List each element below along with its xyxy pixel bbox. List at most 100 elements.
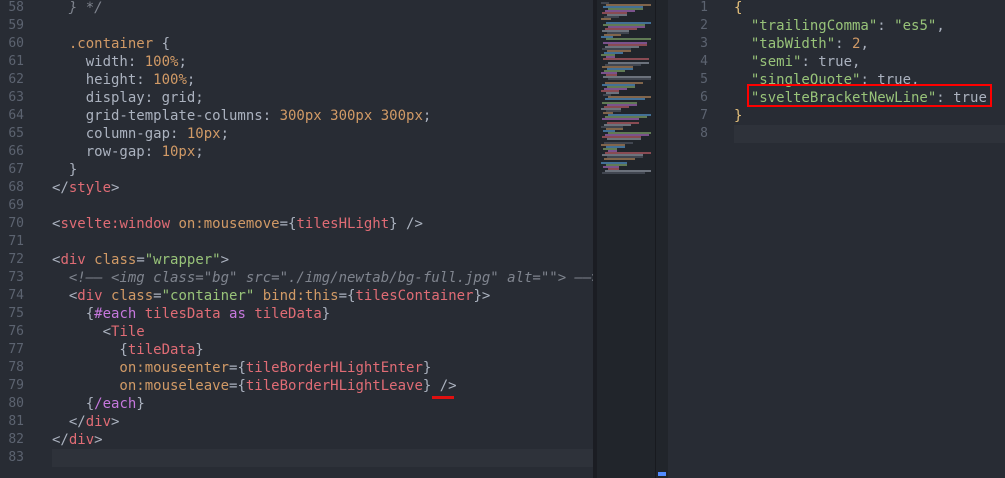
code-line[interactable] <box>52 17 593 35</box>
code-token: </ <box>52 414 86 430</box>
code-token: } <box>734 108 743 124</box>
code-token: 10px <box>186 126 221 142</box>
line-number: 7 <box>700 108 708 123</box>
code-line[interactable]: .container { <box>52 35 593 53</box>
code-token: "trailingComma" <box>750 18 878 34</box>
code-line[interactable]: </div> <box>52 413 593 431</box>
code-line[interactable]: {tileData} <box>52 341 593 359</box>
code-line[interactable]: display: grid; <box>52 89 593 107</box>
code-line[interactable]: height: 100%; <box>52 71 593 89</box>
code-line[interactable] <box>734 125 1005 143</box>
code-line[interactable]: on:mouseenter={tileBorderHLightEnter} <box>52 359 593 377</box>
annotation-underline <box>432 396 454 399</box>
code-line[interactable]: width: 100%; <box>52 53 593 71</box>
code-line[interactable]: row-gap: 10px; <box>52 143 593 161</box>
line-number: 65 <box>8 126 24 141</box>
code-token: display: grid; <box>52 90 204 106</box>
line-number: 68 <box>8 180 24 195</box>
code-token: , <box>936 18 945 34</box>
code-line[interactable] <box>52 449 593 467</box>
minimap-line <box>601 18 611 20</box>
code-line[interactable]: {/each} <box>52 395 593 413</box>
code-line[interactable]: "semi": true, <box>734 53 1005 71</box>
code-token: = <box>153 288 162 304</box>
line-number: 1 <box>700 0 708 15</box>
code-line[interactable]: <!—— <img class="bg" src="./img/newtab/b… <box>52 269 593 287</box>
code-token: "tabWidth" <box>750 36 836 52</box>
code-line[interactable]: grid-template-columns: 300px 300px 300px… <box>52 107 593 125</box>
line-number: 81 <box>8 414 24 429</box>
code-token: style <box>68 180 112 196</box>
code-token: tilesContainer <box>355 288 474 304</box>
code-token: ={ <box>229 360 246 376</box>
code-line[interactable]: { <box>734 0 1005 17</box>
line-number: 58 <box>8 0 24 15</box>
code-line[interactable]: <div class="container" bind:this={tilesC… <box>52 287 593 305</box>
code-line[interactable]: column-gap: 10px; <box>52 125 593 143</box>
code-token: width: <box>52 54 145 70</box>
code-line[interactable]: </style> <box>52 179 593 197</box>
code-line[interactable] <box>52 197 593 215</box>
left-code-area[interactable]: } */ .container { width: 100%; height: 1… <box>52 0 593 478</box>
code-token: } /> <box>389 216 423 232</box>
code-line[interactable]: <svelte:window on:mousemove={tilesHLight… <box>52 215 593 233</box>
line-number: 6 <box>700 90 708 105</box>
line-number: 82 <box>8 432 24 447</box>
right-editor-pane[interactable]: 1 {2 "trailingComma": "es5", 3 "tabWidth":… <box>668 0 1005 478</box>
line-number: 67 <box>8 162 24 177</box>
code-line[interactable]: } */ <box>52 0 593 17</box>
code-token: on:mouseenter <box>52 360 230 376</box>
code-token: bind:this <box>254 288 339 304</box>
code-token: > <box>111 414 120 430</box>
line-number: 74 <box>8 288 24 303</box>
line-number: 3 <box>700 36 708 51</box>
code-line[interactable] <box>52 233 593 251</box>
code-line[interactable]: </div> <box>52 431 593 449</box>
code-token: /each <box>94 396 137 412</box>
line-number: 62 <box>8 72 24 87</box>
code-line[interactable]: <Tile <box>52 323 593 341</box>
code-token: , <box>860 36 869 52</box>
code-token: = <box>136 252 145 268</box>
code-token: grid-template-columns: <box>52 108 280 124</box>
line-number: 59 <box>8 18 24 33</box>
code-token: } <box>321 306 331 322</box>
code-token: ; <box>422 108 432 124</box>
line-number: 2 <box>700 18 708 33</box>
code-token: height: <box>52 72 154 88</box>
line-number: 72 <box>8 252 24 267</box>
code-token: : <box>877 18 895 34</box>
code-line[interactable]: "tabWidth": 2, <box>734 35 1005 53</box>
code-token: on:mousemove <box>170 216 280 232</box>
minimap-line <box>604 158 635 160</box>
code-line[interactable]: {#each tilesData as tileData} <box>52 305 593 323</box>
code-token: </ <box>52 180 69 196</box>
code-token: tileData <box>127 342 196 358</box>
code-token: > <box>94 432 103 448</box>
code-line[interactable]: <div class="wrapper"> <box>52 251 593 269</box>
code-token: as <box>229 306 246 322</box>
line-number: 5 <box>700 72 708 87</box>
left-line-gutter: 58 59 60 61 62 63 64 65 66 67 68 69 70 71 72 73 74 75 76 77… <box>0 0 44 478</box>
code-token: } /> <box>422 378 457 394</box>
code-token: #each <box>94 306 137 322</box>
code-line[interactable]: } <box>734 107 1005 125</box>
code-line[interactable]: "trailingComma": "es5", <box>734 17 1005 35</box>
code-line[interactable]: on:mouseleave={tileBorderHLightLeave} /> <box>52 377 593 395</box>
code-token: 300px 300px 300px <box>279 108 423 124</box>
vertical-scrollbar[interactable] <box>655 0 668 478</box>
minimap[interactable] <box>597 0 655 478</box>
line-number: 80 <box>8 396 24 411</box>
code-token: tileBorderHLightEnter <box>245 360 423 376</box>
code-token: 100% <box>153 72 187 88</box>
left-editor-pane[interactable]: 58 59 60 61 62 63 64 65 66 67 68 69 70 71 72 73 74 75 76 77… <box>0 0 593 478</box>
code-token: "es5" <box>894 18 937 34</box>
code-token: } <box>136 396 145 412</box>
scrollbar-thumb[interactable] <box>658 472 666 476</box>
code-line[interactable]: } <box>52 161 593 179</box>
line-number: 66 <box>8 144 24 159</box>
line-number: 60 <box>8 36 24 51</box>
code-token: div <box>60 252 86 268</box>
code-token: } <box>52 162 78 178</box>
line-number: 64 <box>8 108 24 123</box>
